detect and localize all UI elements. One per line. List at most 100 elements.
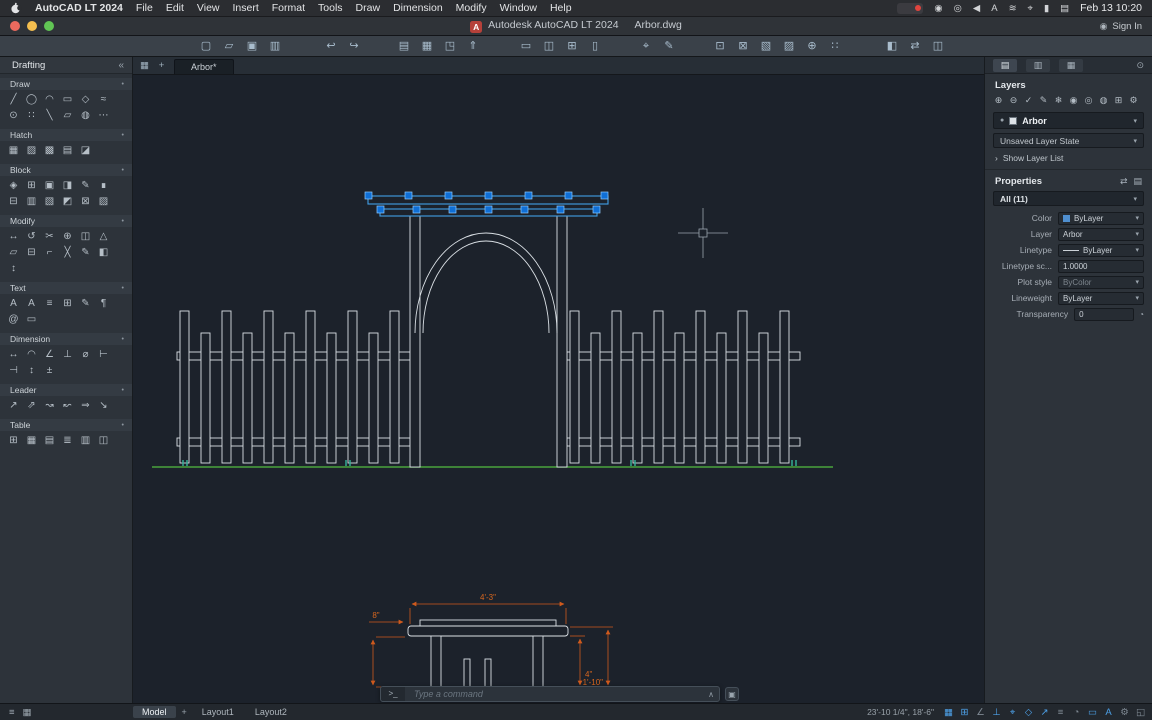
section-options-icon[interactable]: • (122, 81, 124, 88)
section-hatch[interactable]: Hatch• (0, 129, 132, 141)
workspace-switching-icon[interactable]: ⚙ (1119, 707, 1130, 718)
tab-layout1[interactable]: Layout1 (193, 706, 243, 718)
grid-icon[interactable]: ▦ (138, 60, 151, 71)
tool-icon[interactable]: ▦ (6, 144, 21, 158)
close-window-button[interactable] (10, 21, 20, 31)
tool-icon[interactable]: ▣ (42, 179, 57, 193)
linetype-property-select[interactable]: ByLayer ▾ (1058, 244, 1144, 257)
tool-icon[interactable]: ↕ (6, 262, 21, 276)
menubar-clock[interactable]: Feb 13 10:20 (1080, 2, 1142, 14)
underlay-icon[interactable]: ▨ (780, 38, 798, 54)
menu-insert[interactable]: Insert (233, 2, 259, 14)
section-options-icon[interactable]: • (122, 387, 124, 394)
section-options-icon[interactable]: • (122, 167, 124, 174)
tool-icon[interactable]: ╱ (6, 93, 21, 107)
menu-edit[interactable]: Edit (166, 2, 184, 14)
clip-xref-icon[interactable]: ⊠ (734, 38, 752, 54)
tool-icon[interactable]: ▨ (24, 144, 39, 158)
attach-xref-icon[interactable]: ⊡ (711, 38, 729, 54)
tool-icon[interactable]: ↔ (6, 348, 21, 362)
tool-icon[interactable]: ▱ (60, 109, 75, 123)
tool-icon[interactable]: ± (42, 364, 57, 378)
layer-settings-icon[interactable]: ⚙ (1128, 95, 1139, 106)
section-options-icon[interactable]: • (122, 218, 124, 225)
plot-icon[interactable]: ▤ (395, 38, 413, 54)
save-as-icon[interactable]: ▥ (266, 38, 284, 54)
linetype-scale-input[interactable]: 1.0000 (1058, 260, 1144, 273)
new-tab-icon[interactable]: + (155, 60, 168, 71)
tool-icon[interactable]: ▤ (60, 144, 75, 158)
measure-icon[interactable]: ⌖ (637, 38, 655, 54)
tool-icon[interactable]: ⊙ (6, 109, 21, 123)
tool-icon[interactable]: ✂ (42, 230, 57, 244)
tab-layout2[interactable]: Layout2 (246, 706, 296, 718)
tool-icon[interactable]: ↘ (96, 399, 111, 413)
selection-grips[interactable] (365, 192, 608, 213)
command-line[interactable]: >_ Type a command ∧ (380, 686, 720, 702)
compare-icon[interactable]: ◫ (929, 38, 947, 54)
tool-icon[interactable]: ▥ (78, 434, 93, 448)
snap-mode-icon[interactable]: ⊞ (959, 707, 970, 718)
tool-icon[interactable]: ⊟ (24, 246, 39, 260)
section-options-icon[interactable]: • (122, 285, 124, 292)
object-snap-icon[interactable]: ◇ (1023, 707, 1034, 718)
collapse-panel-icon[interactable]: « (118, 60, 124, 71)
menu-window[interactable]: Window (500, 2, 537, 14)
tool-icon[interactable]: ◨ (60, 179, 75, 193)
redo-icon[interactable]: ↪ (345, 38, 363, 54)
pin-icon[interactable]: ⊙ (1136, 60, 1144, 71)
layout-grid-icon[interactable]: ▦ (23, 707, 32, 718)
menu-format[interactable]: Format (272, 2, 305, 14)
menu-help[interactable]: Help (550, 2, 572, 14)
open-file-icon[interactable]: ▱ (220, 38, 238, 54)
tool-icon[interactable]: ↺ (24, 230, 39, 244)
tool-icon[interactable]: ⊢ (96, 348, 111, 362)
tool-icon[interactable]: ▭ (24, 313, 39, 327)
tool-icon[interactable]: ◈ (6, 179, 21, 193)
command-customize-icon[interactable]: ▣ (725, 687, 739, 701)
transparency-input[interactable]: 0 (1074, 308, 1134, 321)
tool-icon[interactable]: ↔ (6, 230, 21, 244)
undo-icon[interactable]: ↩ (322, 38, 340, 54)
expand-icon[interactable]: ∧ (708, 690, 714, 699)
viewport-icon[interactable]: ⊞ (563, 38, 581, 54)
section-dimension[interactable]: Dimension• (0, 333, 132, 345)
isolate-layer-icon[interactable]: ◍ (1098, 95, 1109, 106)
add-plotter-icon[interactable]: ▦ (418, 38, 436, 54)
polar-tracking-icon[interactable]: ⌖ (1007, 707, 1018, 718)
merge-layer-icon[interactable]: ⊞ (1113, 95, 1124, 106)
layers-palette-icon[interactable]: ▤ (993, 59, 1017, 72)
input-source-icon[interactable]: A (991, 3, 997, 14)
selection-filter-select[interactable]: All (11) ▾ (993, 191, 1144, 206)
tool-icon[interactable]: ⊥ (60, 348, 75, 362)
section-options-icon[interactable]: • (122, 422, 124, 429)
menu-modify[interactable]: Modify (456, 2, 487, 14)
tool-icon[interactable]: @ (6, 313, 21, 327)
tool-icon[interactable]: ╲ (42, 109, 57, 123)
layer-property-select[interactable]: Arbor ▾ (1058, 228, 1144, 241)
tool-icon[interactable]: ◇ (78, 93, 93, 107)
menu-icon[interactable]: ≡ (9, 707, 15, 718)
tool-icon[interactable]: ◩ (60, 195, 75, 209)
clean-screen-icon[interactable]: ◱ (1135, 707, 1146, 718)
tool-icon[interactable]: ↝ (42, 399, 57, 413)
menu-dimension[interactable]: Dimension (393, 2, 443, 14)
tool-icon[interactable]: ↜ (60, 399, 75, 413)
tool-icon[interactable]: ⌀ (78, 348, 93, 362)
command-input-placeholder[interactable]: Type a command (414, 689, 483, 699)
sign-in-button[interactable]: ◉ Sign In (1100, 21, 1142, 32)
drawing-canvas[interactable]: 4'-3" 8" 4" 1'-10" >_ Type a com (133, 75, 984, 703)
selection-cycling-icon[interactable]: ▭ (1087, 707, 1098, 718)
delete-layer-icon[interactable]: ⊖ (1008, 95, 1019, 106)
menu-tools[interactable]: Tools (318, 2, 343, 14)
control-center-icon[interactable]: ▤ (1060, 3, 1069, 14)
sheetset-palette-icon[interactable]: ▦ (1059, 59, 1083, 72)
plot-preview-icon[interactable]: ◳ (441, 38, 459, 54)
privacy-indicator-icon[interactable]: ◉ (934, 3, 942, 14)
tool-icon[interactable]: ✎ (78, 297, 93, 311)
battery-icon[interactable]: ▮ (1044, 3, 1049, 14)
section-modify[interactable]: Modify• (0, 215, 132, 227)
tool-icon[interactable]: ◫ (96, 434, 111, 448)
lock-layer-icon[interactable]: ◉ (1068, 95, 1079, 106)
tool-icon[interactable]: ∠ (42, 348, 57, 362)
